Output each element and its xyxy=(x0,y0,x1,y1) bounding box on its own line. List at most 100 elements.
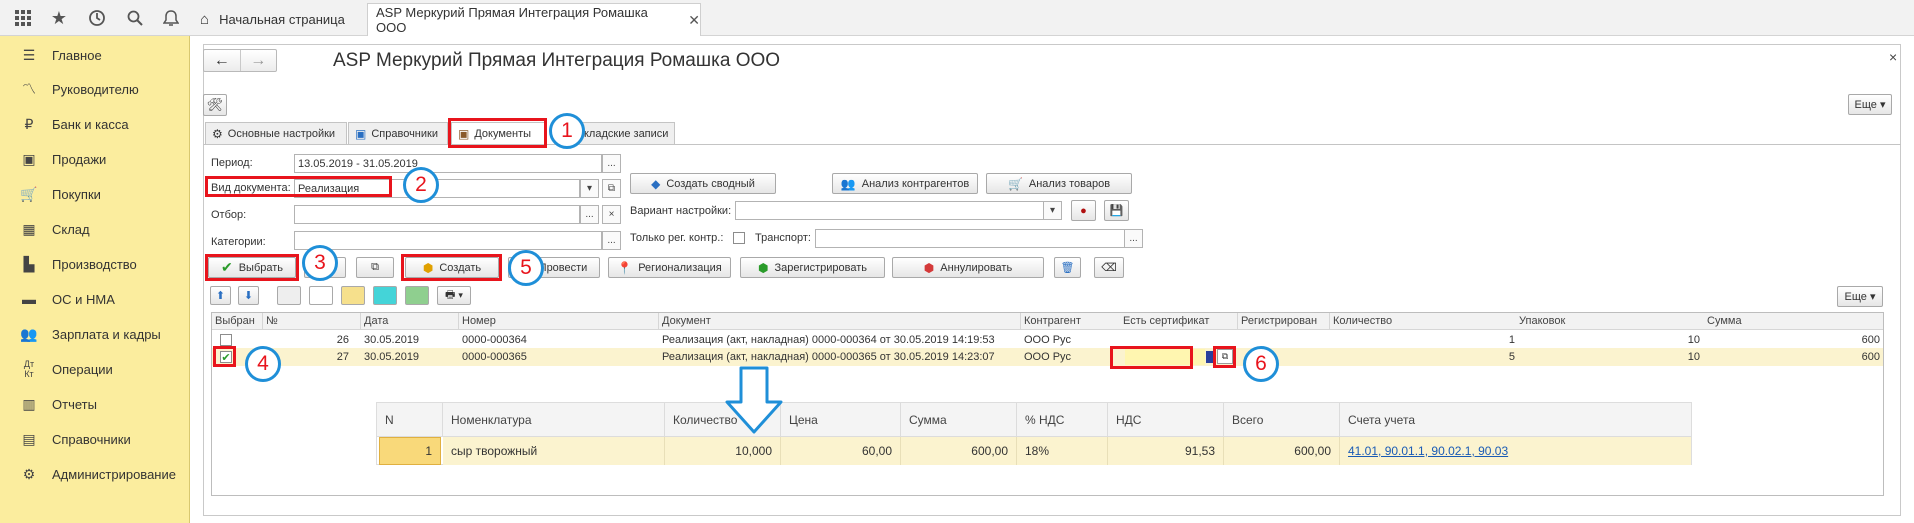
sidebar-item-sales[interactable]: ▣ Продажи xyxy=(0,144,190,174)
move-up-button[interactable]: ⬆ xyxy=(210,286,231,305)
tab-warehouse-records[interactable]: кладские записи xyxy=(577,122,675,144)
copy-button[interactable]: ⧉ xyxy=(356,257,394,278)
row-select-checkbox[interactable] xyxy=(220,334,232,346)
forward-arrow-icon[interactable]: → xyxy=(239,50,277,71)
column-header[interactable]: Упаковок xyxy=(1516,313,1707,330)
sidebar-item-admin[interactable]: ⚙ Администрирование xyxy=(0,459,190,489)
register-button[interactable]: ⬢ Зарегистрировать xyxy=(740,257,885,278)
sub-row-vat-rate[interactable]: 18% xyxy=(1017,437,1108,465)
sidebar-item-purchases[interactable]: 🛒 Покупки xyxy=(0,179,190,209)
back-arrow-icon[interactable]: ← xyxy=(204,50,240,71)
tab-directories[interactable]: ▣ Справочники xyxy=(348,122,448,144)
sidebar-item-operations[interactable]: Дт Кт Операции xyxy=(0,354,190,384)
sidebar-item-directories[interactable]: ▤ Справочники xyxy=(0,424,190,454)
column-header[interactable]: № xyxy=(263,313,361,330)
column-header[interactable]: Дата xyxy=(361,313,459,330)
column-header[interactable]: Выбран xyxy=(212,313,263,330)
doc-type-dropdown-icon[interactable]: ▾ xyxy=(580,179,599,198)
more-button-top[interactable]: Еще ▾ xyxy=(1848,94,1892,115)
filter-clear-icon[interactable]: × xyxy=(602,205,621,224)
color-swatch-grey[interactable] xyxy=(277,286,301,305)
variant-dropdown-icon[interactable]: ▾ xyxy=(1043,201,1062,220)
transport-field[interactable] xyxy=(815,229,1125,248)
sub-row-accounts-link[interactable]: 41.01, 90.01.1, 90.02.1, 90.03 xyxy=(1340,437,1691,465)
analyze-goods-button[interactable]: 🛒 Анализ товаров xyxy=(986,173,1132,194)
sub-row-n[interactable]: 1 xyxy=(379,437,441,465)
row-document: Реализация (акт, накладная) 0000-000364 … xyxy=(662,334,995,346)
bell-icon[interactable] xyxy=(152,0,190,36)
move-down-button[interactable]: ⬇ xyxy=(238,286,259,305)
print-button[interactable]: 🖶 ▾ xyxy=(437,286,471,305)
apps-grid-icon[interactable] xyxy=(4,0,42,36)
save-icon: 💾 xyxy=(1109,205,1124,217)
column-header[interactable]: Номер xyxy=(459,313,659,330)
sub-row-total[interactable]: 600,00 xyxy=(1224,437,1340,465)
sidebar-item-reports[interactable]: ▥ Отчеты xyxy=(0,389,190,419)
row-packs: 10 xyxy=(1687,351,1700,363)
regionalize-button[interactable]: 📍 Регионализация xyxy=(608,257,731,278)
categories-field[interactable] xyxy=(294,231,602,250)
transport-select-button[interactable]: ... xyxy=(1124,229,1143,248)
sub-row-price[interactable]: 60,00 xyxy=(781,437,901,465)
sidebar-item-assets[interactable]: ▬ ОС и НМА xyxy=(0,284,190,314)
sidebar-item-production[interactable]: ▙ Производство xyxy=(0,249,190,279)
sub-row-qty[interactable]: 10,000 xyxy=(665,437,781,465)
color-swatch-green[interactable] xyxy=(405,286,429,305)
only-reg-checkbox[interactable] xyxy=(733,232,745,244)
load-settings-button[interactable]: ● xyxy=(1071,200,1096,221)
sub-row-sum[interactable]: 600,00 xyxy=(901,437,1017,465)
step-marker-3: 3 xyxy=(302,245,338,281)
warehouse-icon: ▦ xyxy=(22,220,36,237)
variant-field[interactable] xyxy=(735,201,1045,220)
sub-row-item[interactable]: сыр творожный xyxy=(443,437,665,465)
sidebar-item-label: Производство xyxy=(52,256,137,272)
color-swatch-cyan[interactable] xyxy=(373,286,397,305)
sidebar-item-label: Продажи xyxy=(52,151,107,167)
tab-main-settings[interactable]: ⚙ Основные настройки xyxy=(205,122,347,144)
sidebar-item-salary[interactable]: 👥 Зарплата и кадры xyxy=(0,319,190,349)
trash-icon: 🗑 xyxy=(1060,262,1075,274)
column-header[interactable]: Регистрирован xyxy=(1238,313,1330,330)
chart-line-icon: 〽 xyxy=(22,81,36,97)
arrow-up-icon: ⬆ xyxy=(215,290,226,302)
row-qty: 5 xyxy=(1508,351,1515,363)
sidebar-item-bank[interactable]: ₽ Банк и касса xyxy=(0,109,190,139)
period-select-button[interactable]: ... xyxy=(602,154,621,173)
sidebar-item-manager[interactable]: 〽 Руководителю xyxy=(0,74,190,104)
row-sum: 600 xyxy=(1861,351,1880,363)
column-header[interactable]: Есть сертификат xyxy=(1120,313,1238,330)
chevron-down-icon: ▾ xyxy=(458,290,463,300)
tab-active-form[interactable]: ASP Меркурий Прямая Интеграция Ромашка О… xyxy=(367,3,701,36)
create-summary-button[interactable]: ◆ Создать сводный xyxy=(630,173,776,194)
filter-field[interactable] xyxy=(294,205,580,224)
analyze-contractors-button[interactable]: 👥 Анализ контрагентов xyxy=(832,173,978,194)
sub-column-header: Сумма xyxy=(901,403,1017,437)
cancel-doc-button[interactable]: ⬢ Аннулировать xyxy=(892,257,1044,278)
color-swatch-yellow[interactable] xyxy=(341,286,365,305)
save-settings-button[interactable]: 💾 xyxy=(1104,200,1129,221)
star-icon[interactable]: ★ xyxy=(40,0,78,36)
column-header[interactable]: Сумма xyxy=(1704,313,1883,330)
close-form-icon[interactable]: × xyxy=(1889,49,1897,65)
doc-type-open-icon[interactable]: ⧉ xyxy=(602,179,621,198)
sidebar-item-main[interactable]: ☰ Главное xyxy=(0,40,190,70)
filter-select-button[interactable]: ... xyxy=(580,205,599,224)
categories-select-button[interactable]: ... xyxy=(602,231,621,250)
clear-button[interactable]: ⌫ xyxy=(1094,257,1124,278)
column-header[interactable]: Документ xyxy=(659,313,1021,330)
color-swatch-white[interactable] xyxy=(309,286,333,305)
history-icon[interactable] xyxy=(78,0,116,36)
tab-home[interactable]: ⌂ Начальная страница xyxy=(190,4,362,35)
ruble-coin-icon: ₽ xyxy=(24,115,34,132)
column-header[interactable]: Контрагент xyxy=(1021,313,1131,330)
more-button-table[interactable]: Еще ▾ xyxy=(1837,286,1883,307)
search-icon[interactable] xyxy=(116,0,154,36)
sub-row-vat[interactable]: 91,53 xyxy=(1108,437,1224,465)
factory-icon: ▙ xyxy=(23,255,35,272)
column-header[interactable]: Количество xyxy=(1330,313,1521,330)
sidebar-item-warehouse[interactable]: ▦ Склад xyxy=(0,214,190,244)
delete-button[interactable]: 🗑 xyxy=(1054,257,1081,278)
close-tab-icon[interactable]: ✕ xyxy=(688,12,700,29)
period-field[interactable]: 13.05.2019 - 31.05.2019 xyxy=(294,154,602,173)
tools-button[interactable]: 🛠 xyxy=(203,94,227,116)
